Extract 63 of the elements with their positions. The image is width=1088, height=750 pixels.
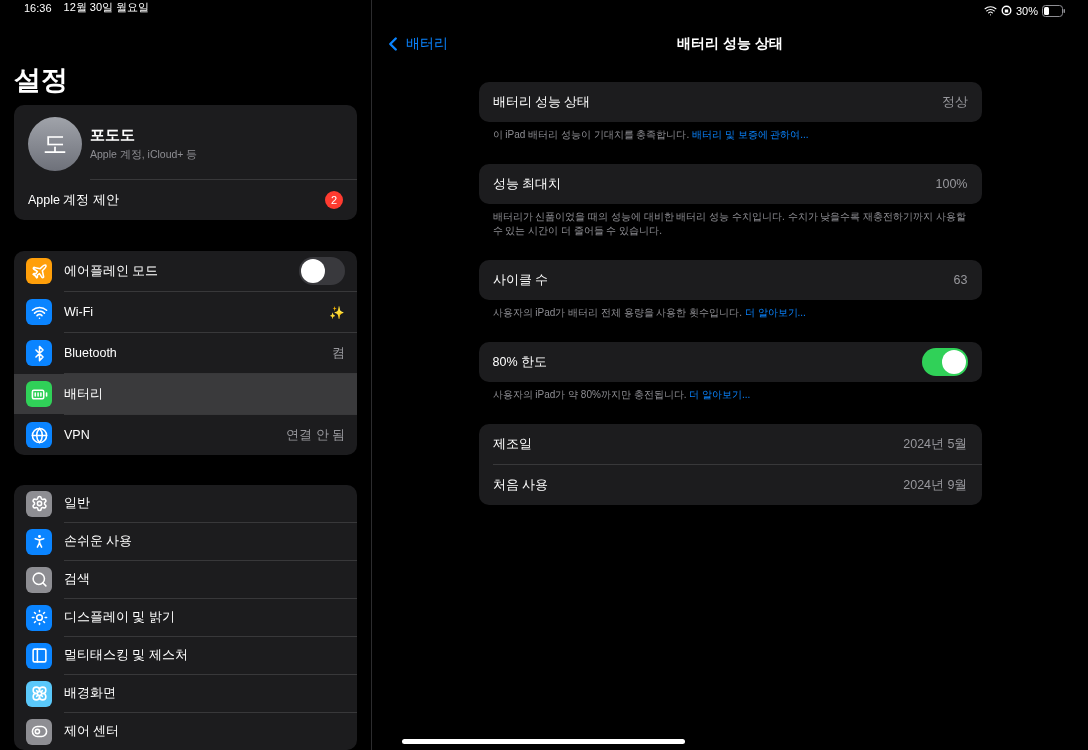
settings-item[interactable]: 디스플레이 및 밝기 — [14, 599, 357, 636]
row-value: 2024년 9월 — [903, 476, 968, 494]
item-value: ✨ — [329, 304, 345, 320]
learn-more-link[interactable]: 배터리 및 보증에 관하여... — [691, 129, 809, 140]
profile-row[interactable]: 도 포도도 Apple 계정, iCloud+ 등 — [14, 105, 357, 179]
status-time: 16:36 — [24, 1, 52, 14]
profile-name: 포도도 — [90, 126, 136, 145]
item-label: 멀티태스킹 및 제스처 — [64, 647, 188, 664]
settings-item[interactable]: 배경화면 — [14, 675, 357, 712]
row-value: 100% — [935, 177, 968, 191]
item-label: 배터리 — [64, 385, 103, 403]
wifi-icon — [983, 4, 997, 17]
row-label: 제조일 — [492, 435, 532, 453]
toggle-switch[interactable] — [299, 257, 345, 285]
item-label: 에어플레인 모드 — [64, 262, 159, 280]
item-label: 손쉬운 사용 — [64, 533, 133, 550]
settings-item[interactable]: 배터리 — [14, 374, 357, 414]
item-label: VPN — [64, 428, 90, 442]
section-footer: 사용자의 iPad가 약 80%까지만 충전됩니다. 더 알아보기... — [492, 388, 968, 402]
section-footer: 이 iPad 배터리 성능이 기대치를 충족합니다. 배터리 및 보증에 관하여... — [492, 128, 968, 142]
settings-item[interactable]: 에어플레인 모드 — [14, 251, 357, 291]
settings-item[interactable]: 검색 — [14, 561, 357, 598]
settings-item[interactable]: 제어 센터 — [14, 713, 357, 750]
item-label: 일반 — [64, 495, 90, 512]
row-label: 배터리 성능 상태 — [492, 93, 591, 111]
toggle-switch[interactable] — [921, 348, 968, 376]
profile-subtitle: Apple 계정, iCloud+ 등 — [90, 148, 198, 162]
settings-item[interactable]: 손쉬운 사용 — [14, 523, 357, 560]
row-label: 성능 최대치 — [492, 175, 561, 193]
settings-item[interactable]: 일반 — [14, 485, 357, 522]
settings-item[interactable]: Wi-Fi ✨ — [14, 292, 357, 332]
status-date: 12월 30일 월요일 — [63, 0, 150, 15]
learn-more-link[interactable]: 더 알아보기... — [689, 389, 751, 400]
notification-badge: 2 — [325, 191, 343, 209]
item-label: 디스플레이 및 밝기 — [64, 609, 175, 626]
item-label: Wi-Fi — [64, 305, 94, 319]
item-label: Bluetooth — [64, 346, 117, 360]
orientation-lock-icon — [1000, 5, 1012, 16]
row-label: 사이클 수 — [492, 271, 548, 289]
item-value: 연결 안 됨 — [286, 426, 345, 444]
battery-icon — [1042, 4, 1066, 17]
row-value: 63 — [953, 273, 968, 287]
item-value: 켬 — [332, 344, 345, 362]
row-value: 2024년 5월 — [903, 435, 968, 453]
section-footer: 배터리가 신품이었을 때의 성능에 대비한 배터리 성능 수치입니다. 수치가 낮을수록 재충전하기까지 사용할 수 있는 시간이 더 줄어들 수 있습니다. — [492, 210, 968, 238]
battery-percent: 30% — [1015, 4, 1038, 17]
item-label: 검색 — [64, 571, 90, 588]
row-label: 처음 사용 — [492, 476, 548, 494]
section-footer: 사용자의 iPad가 배터리 전체 용량을 사용한 횟수입니다. 더 알아보기... — [492, 306, 968, 320]
settings-item[interactable]: Bluetooth 켬 — [14, 333, 357, 373]
back-button[interactable]: 배터리 — [382, 33, 448, 55]
suggestion-label: Apple 계정 제안 — [28, 191, 119, 209]
avatar: 도 — [28, 117, 82, 171]
page-title: 배터리 성능 상태 — [677, 35, 783, 53]
sidebar-title: 설정 — [14, 64, 69, 97]
item-label: 배경화면 — [64, 685, 116, 702]
row-value: 정상 — [941, 93, 968, 111]
settings-item[interactable]: 멀티태스킹 및 제스처 — [14, 637, 357, 674]
item-label: 제어 센터 — [64, 723, 120, 740]
account-suggestion-row[interactable]: Apple 계정 제안 2 — [14, 180, 357, 220]
settings-item[interactable]: VPN 연결 안 됨 — [14, 415, 357, 455]
learn-more-link[interactable]: 더 알아보기... — [744, 307, 806, 318]
row-label: 80% 한도 — [492, 353, 547, 371]
